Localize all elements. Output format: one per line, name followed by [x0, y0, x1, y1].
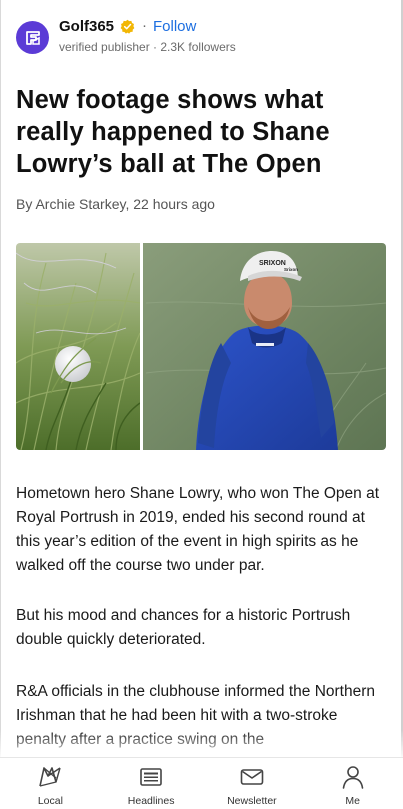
cap-side-logo-text: Srixon: [284, 267, 298, 272]
local-map-icon: [39, 767, 62, 787]
article-paragraph: Hometown hero Shane Lowry, who won The O…: [16, 485, 380, 574]
bottom-nav: Local Headlines Newsletter Me: [0, 757, 403, 809]
nav-local[interactable]: Local: [0, 758, 101, 809]
frame-left-edge: [0, 0, 1, 808]
article-hero-image[interactable]: SRIXON Srixon: [16, 243, 386, 450]
article-byline: By Archie Starkey, 22 hours ago: [16, 196, 215, 212]
follow-button[interactable]: Follow: [153, 18, 196, 35]
profile-person-icon: [342, 766, 363, 789]
verified-badge-icon: [120, 19, 135, 34]
article-paragraph: But his mood and chances for a historic …: [16, 607, 351, 648]
publisher-name[interactable]: Golf365: [59, 18, 114, 35]
cap-logo-text: SRIXON: [259, 260, 286, 267]
golf365-logo-icon: [25, 30, 40, 45]
golfer-photo: SRIXON Srixon: [143, 243, 386, 450]
nav-headlines[interactable]: Headlines: [101, 758, 202, 809]
nav-local-label: Local: [37, 795, 63, 807]
content-fade: [0, 730, 403, 760]
hero-image-graphic: SRIXON Srixon: [16, 243, 386, 450]
hoodie-logo: [256, 343, 274, 346]
publisher-logo[interactable]: [16, 21, 49, 54]
golf-ball-in-rough-photo: [16, 243, 141, 450]
article-headline: New footage shows what really happened t…: [16, 86, 330, 178]
nav-me[interactable]: Me: [302, 758, 403, 809]
nav-newsletter-label: Newsletter: [227, 795, 277, 807]
nav-headlines-label: Headlines: [127, 795, 175, 807]
nav-newsletter[interactable]: Newsletter: [202, 758, 303, 809]
separator-dot: ·: [142, 17, 147, 34]
publisher-header: Golf365 · Follow verified publisher · 2.…: [16, 16, 386, 58]
headlines-icon: [140, 768, 162, 786]
publisher-meta: verified publisher · 2.3K followers: [59, 40, 236, 54]
newsletter-mail-icon: [240, 769, 264, 785]
nav-me-label: Me: [345, 795, 360, 807]
